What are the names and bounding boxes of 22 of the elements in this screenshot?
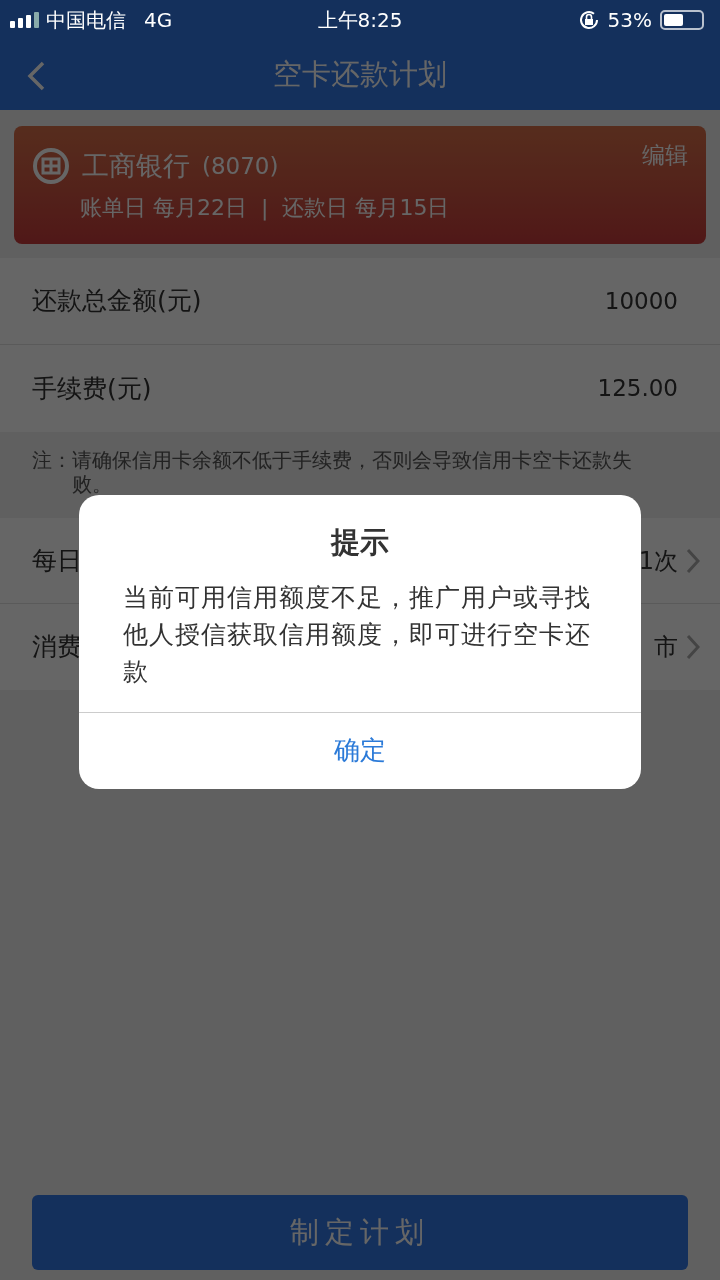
separator: | [261,193,269,223]
page-title: 空卡还款计划 [273,57,447,92]
dialog-message: 当前可用信用额度不足，推广用户或寻找他人授信获取信用额度，即可进行空卡还款 [122,581,592,688]
option-value: 市 [654,632,678,663]
card-number: (8070) [202,152,279,181]
row-value: 10000 [604,286,679,316]
dialog-title: 提示 [331,525,389,559]
repay-day: 还款日 每月15日 [282,190,450,224]
network-type: 4G [144,7,173,34]
option-label: 消费 [32,631,82,664]
bill-day: 账单日 每月22日 [80,190,247,224]
row-label: 手续费(元) [32,372,152,405]
row-label: 还款总金额(元) [32,285,202,318]
option-value: 1次 [638,545,678,577]
carrier: 中国电信 [46,7,126,34]
option-label: 每日 [32,544,82,577]
bank-name: 工商银行 [82,149,190,183]
row-value: 125.00 [597,374,679,404]
note-text: 请确保信用卡余额不低于手续费，否则会导致信用卡空卡还款失败。 [72,448,633,498]
note-prefix: 注： [32,448,72,474]
battery-percent: 53% [607,7,652,34]
clock: 上午8:25 [317,8,403,32]
